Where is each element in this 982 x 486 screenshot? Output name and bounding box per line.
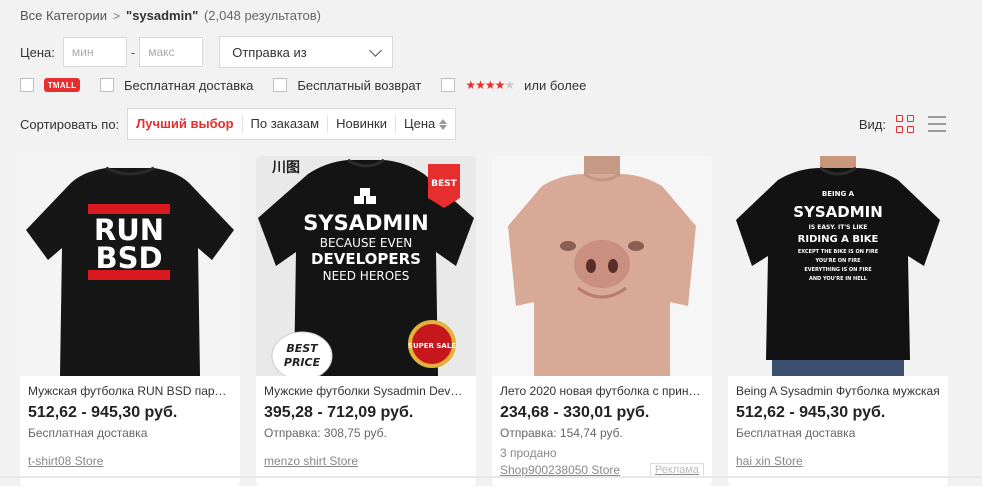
shirt-text-b6: YOU'RE ON FIRE: [814, 258, 861, 264]
shirt-text-line2: BECAUSE EVEN: [320, 236, 413, 250]
shirt-text-sysadmin: SYSADMIN: [303, 211, 428, 235]
best-price-text-1: BEST: [286, 342, 319, 355]
shirt-text-b7: EVERYTHING IS ON FIRE: [804, 267, 872, 273]
store-link[interactable]: Shop900238050 Store Реклама: [500, 463, 704, 477]
view-toggle: Вид:: [859, 112, 946, 136]
product-shipping: Бесплатная доставка: [736, 426, 856, 440]
feature-filter-row: TMALL Бесплатная доставка Бесплатный воз…: [20, 75, 586, 95]
product-title[interactable]: Being A Sysadmin Футболка мужская: [736, 384, 940, 398]
svg-text:川图: 川图: [271, 160, 300, 176]
product-price: 512,62 - 945,30 руб.: [28, 404, 178, 421]
grid-view-icon[interactable]: [896, 115, 914, 133]
product-shipping: Отправка: 308,75 руб.: [264, 426, 387, 440]
view-label: Вид:: [858, 116, 886, 132]
chevron-down-icon: [369, 43, 383, 57]
result-count: (2,048 результатов): [203, 8, 322, 23]
product-card[interactable]: RUN BSD Мужская футболка RUN BSD парень …: [20, 156, 240, 486]
sort-arrows-icon: [439, 118, 448, 130]
price-filter-row: Цена: - Отправка из: [20, 36, 394, 68]
shirt-text-b5: EXCEPT THE BIKE IS ON FIRE: [798, 249, 879, 255]
super-sale-text: SUPER SALE: [408, 342, 456, 350]
breadcrumb: Все Категории > "sysadmin" (2,048 результа…: [20, 8, 321, 23]
store-name[interactable]: Shop900238050 Store: [500, 463, 620, 477]
ad-badge: Реклама: [649, 463, 704, 477]
sort-by-orders[interactable]: По заказам: [241, 115, 328, 133]
store-link[interactable]: hai xin Store: [736, 454, 940, 468]
ship-from-select[interactable]: Отправка из: [219, 36, 394, 68]
product-card[interactable]: Лето 2020 новая футболка с принтом свинь…: [492, 156, 712, 486]
free-return-checkbox[interactable]: [273, 78, 288, 92]
store-name[interactable]: t-shirt08 Store: [28, 454, 103, 468]
breadcrumb-root-link[interactable]: Все Категории: [20, 8, 107, 23]
sort-row: Сортировать по: Лучший выбор По заказам …: [20, 108, 457, 140]
price-label: Цена:: [20, 44, 55, 60]
search-query: "sysadmin": [126, 8, 199, 23]
shirt-text-b3: IS EASY. IT'S LIKE: [809, 224, 868, 231]
sort-options: Лучший выбор По заказам Новинки Цена: [127, 108, 457, 140]
store-link[interactable]: menzo shirt Store: [264, 454, 468, 468]
free-shipping-checkbox[interactable]: [100, 78, 114, 92]
shirt-text-bsd: BSD: [95, 241, 162, 275]
price-max-input[interactable]: [139, 37, 204, 67]
product-price: 512,62 - 945,30 руб.: [736, 404, 886, 421]
product-shipping: Отправка: 154,74 руб.: [500, 426, 623, 440]
product-image[interactable]: [492, 156, 712, 376]
sort-label: Сортировать по:: [20, 116, 120, 132]
product-card[interactable]: BEING A SYSADMIN IS EASY. IT'S LIKE RIDI…: [728, 156, 948, 486]
sort-newest[interactable]: Новинки: [327, 115, 395, 133]
product-shipping: Бесплатная доставка: [28, 426, 148, 440]
product-price: 234,68 - 330,01 руб.: [500, 404, 650, 421]
product-title[interactable]: Мужские футболки Sysadmin Developers: [264, 384, 468, 398]
tmall-checkbox[interactable]: [20, 78, 34, 92]
rating-checkbox[interactable]: [441, 78, 456, 92]
product-title[interactable]: Мужская футболка RUN BSD парень Т рубашк…: [28, 384, 232, 398]
shirt-text-line4: NEED HEROES: [323, 269, 410, 283]
free-shipping-label[interactable]: Бесплатная доставка: [124, 78, 253, 93]
store-link[interactable]: t-shirt08 Store: [28, 454, 232, 468]
product-sold-count: 3 продано: [500, 446, 557, 460]
sort-price[interactable]: Цена: [395, 115, 455, 133]
store-name[interactable]: hai xin Store: [736, 454, 803, 468]
product-title[interactable]: Лето 2020 новая футболка с принтом свинь…: [500, 384, 704, 398]
product-image[interactable]: 川图 SYSADMIN BECAUSE EVEN DEVELOPERS NEED…: [256, 156, 476, 376]
sort-price-label: Цена: [404, 116, 436, 131]
shirt-text-b4: RIDING A BIKE: [798, 234, 879, 245]
shirt-text-b8: AND YOU'RE IN HELL: [809, 276, 868, 282]
best-price-text-2: PRICE: [284, 356, 321, 369]
rating-label[interactable]: или более: [524, 78, 586, 93]
price-dash: -: [130, 44, 136, 60]
sort-best-match[interactable]: Лучший выбор: [128, 115, 241, 133]
price-min-input[interactable]: [62, 37, 127, 67]
product-image[interactable]: RUN BSD: [20, 156, 240, 376]
product-price: 395,28 - 712,09 руб.: [264, 404, 414, 421]
list-view-icon[interactable]: [928, 116, 946, 132]
product-image[interactable]: BEING A SYSADMIN IS EASY. IT'S LIKE RIDI…: [728, 156, 948, 376]
ship-from-label: Отправка из: [232, 44, 307, 60]
shirt-text-b1: BEING A: [822, 190, 855, 198]
best-badge-text: BEST: [431, 179, 457, 189]
free-return-label[interactable]: Бесплатный возврат: [297, 78, 421, 93]
shirt-text-line3: DEVELOPERS: [311, 250, 421, 268]
tmall-badge: TMALL: [44, 78, 80, 92]
chevron-right-icon: >: [113, 9, 121, 23]
product-card[interactable]: 川图 SYSADMIN BECAUSE EVEN DEVELOPERS NEED…: [256, 156, 476, 486]
store-name[interactable]: menzo shirt Store: [264, 454, 358, 468]
shirt-text-b2: SYSADMIN: [793, 203, 883, 221]
rating-stars-icon: ★★★★★: [465, 78, 515, 92]
